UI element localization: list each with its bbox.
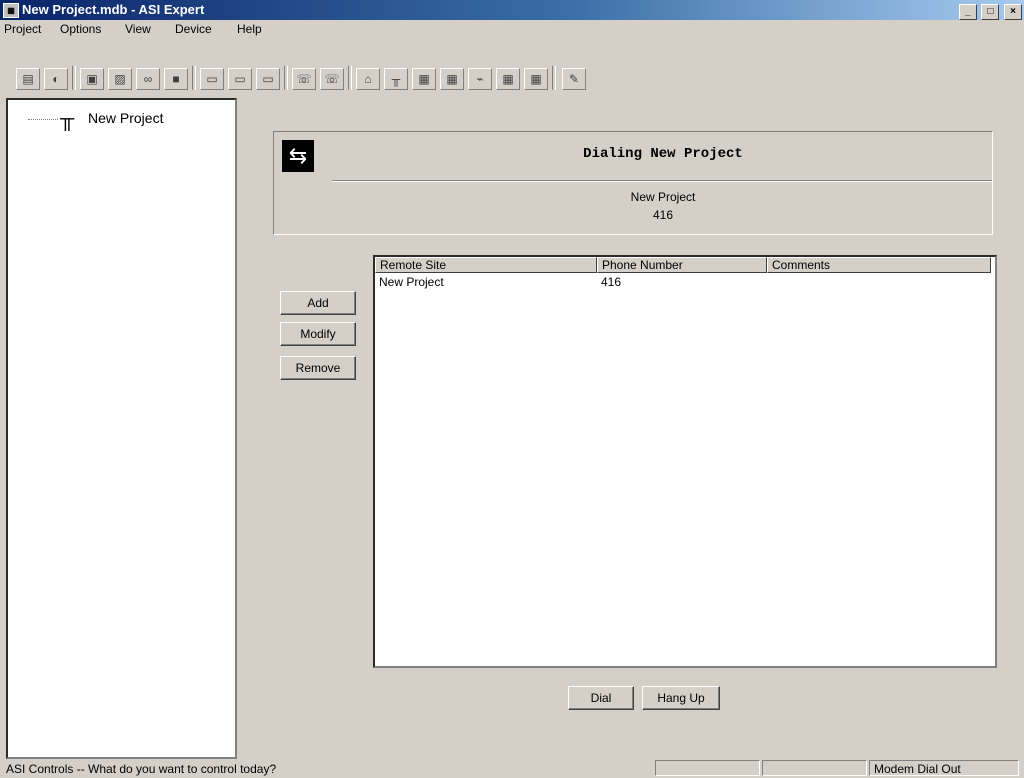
print-icon[interactable]: ▤: [16, 68, 40, 90]
title-bar: ▦ New Project.mdb - ASI Expert _ □ ×: [0, 0, 1024, 20]
divider: [332, 180, 992, 182]
maximize-button[interactable]: □: [981, 4, 1000, 20]
status-panel-3: Modem Dial Out: [869, 760, 1019, 776]
toolbar-separator: [72, 66, 76, 90]
menu-view[interactable]: View: [125, 22, 151, 36]
home-icon[interactable]: ⌂: [356, 68, 380, 90]
connect-icon[interactable]: ☏: [292, 68, 316, 90]
status-message: ASI Controls -- What do you want to cont…: [6, 762, 277, 776]
list-icon[interactable]: ▦: [412, 68, 436, 90]
status-bar: ASI Controls -- What do you want to cont…: [0, 758, 1024, 778]
chart-icon[interactable]: ⌁: [468, 68, 492, 90]
disconnect-icon[interactable]: ☏: [320, 68, 344, 90]
device-icon: ╥: [60, 108, 75, 130]
add-button[interactable]: Add: [280, 291, 356, 315]
menu-bar: Project Options View Device Help: [0, 20, 1024, 38]
column-remote-site[interactable]: Remote Site: [375, 257, 597, 273]
minimize-button[interactable]: _: [958, 4, 977, 20]
monitor-icon[interactable]: ▦: [524, 68, 548, 90]
project-tree: ╥ New Project: [6, 98, 237, 759]
binoculars-icon[interactable]: ∞: [136, 68, 160, 90]
dial-button[interactable]: Dial: [568, 686, 634, 710]
table-row[interactable]: New Project 416: [375, 275, 995, 291]
status-panel-1: [655, 760, 760, 776]
column-phone-number[interactable]: Phone Number: [597, 257, 767, 273]
tree-item-new-project[interactable]: New Project: [88, 110, 163, 126]
menu-project[interactable]: Project: [4, 22, 41, 36]
dial-header: ⇆ Dialing New Project New Project 416: [273, 131, 993, 235]
menu-options[interactable]: Options: [60, 22, 101, 36]
hang-up-button[interactable]: Hang Up: [642, 686, 720, 710]
dial-phone-number: 416: [652, 208, 674, 222]
toolbar-separator: [284, 66, 288, 90]
toolbar-separator: [552, 66, 556, 90]
window-title: New Project.mdb - ASI Expert: [22, 2, 205, 17]
save-icon[interactable]: ▭: [200, 68, 224, 90]
app-icon: ▦: [3, 3, 19, 18]
image-icon[interactable]: ▨: [108, 68, 132, 90]
table-icon[interactable]: ▦: [440, 68, 464, 90]
export-icon[interactable]: ▭: [256, 68, 280, 90]
clipboard-icon[interactable]: ▣: [80, 68, 104, 90]
window-controls: _ □ ×: [958, 2, 1022, 20]
globe-icon[interactable]: ◐: [44, 68, 68, 90]
book-icon[interactable]: ■: [164, 68, 188, 90]
grid-icon[interactable]: ▦: [496, 68, 520, 90]
menu-help[interactable]: Help: [237, 22, 262, 36]
remove-button[interactable]: Remove: [280, 356, 356, 380]
tree-icon[interactable]: ╥: [384, 68, 408, 90]
cell-phone-number: 416: [601, 275, 622, 289]
column-comments[interactable]: Comments: [767, 257, 991, 273]
modify-button[interactable]: Modify: [280, 322, 356, 346]
remote-sites-list[interactable]: Remote Site Phone Number Comments New Pr…: [373, 255, 997, 668]
toolbar-separator: [348, 66, 352, 90]
menu-device[interactable]: Device: [175, 22, 212, 36]
toolbar-separator: [192, 66, 196, 90]
cell-remote-site: New Project: [379, 275, 444, 289]
dialing-panel: ⇆ Dialing New Project New Project 416 Ad…: [238, 98, 1018, 755]
save-all-icon[interactable]: ▭: [228, 68, 252, 90]
dial-site-name: New Project: [630, 190, 696, 204]
close-button[interactable]: ×: [1004, 4, 1022, 20]
tree-connector: [28, 119, 58, 120]
status-panel-2: [762, 760, 867, 776]
dial-title: Dialing New Project: [583, 146, 743, 162]
list-header: Remote Site Phone Number Comments: [375, 257, 995, 273]
edit-icon[interactable]: ✎: [562, 68, 586, 90]
